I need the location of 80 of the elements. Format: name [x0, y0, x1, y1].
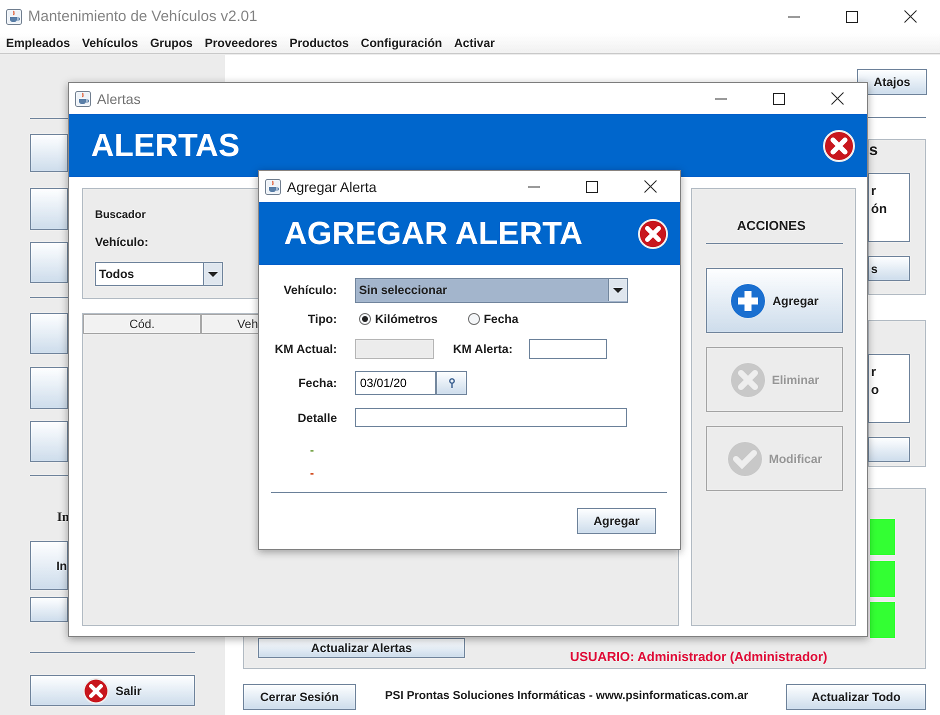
window-title: Alertas: [97, 90, 141, 106]
card-text: ón: [871, 200, 888, 218]
maximize-icon[interactable]: [586, 180, 598, 192]
maximize-icon[interactable]: [846, 10, 858, 22]
menu-button[interactable]: In: [30, 541, 68, 590]
radio-button[interactable]: Kilómetros: [359, 312, 438, 326]
field-label: KM Actual:: [274, 342, 337, 356]
menu-item[interactable]: Proveedores: [204, 36, 278, 50]
menu-button[interactable]: [30, 134, 68, 172]
field-label: Vehículo:: [282, 283, 337, 297]
menu-item[interactable]: Vehículos: [82, 36, 138, 50]
user-label: USUARIO: Administrador (Administrador): [570, 649, 828, 664]
column-header[interactable]: Cód.: [83, 314, 201, 334]
status-tile: [870, 602, 895, 638]
close-icon[interactable]: [904, 10, 917, 23]
exit-button[interactable]: Salir: [30, 675, 195, 706]
column-header[interactable]: Veh: [201, 314, 258, 334]
minimize-icon[interactable]: [528, 186, 540, 188]
vehicle-dropdown[interactable]: Sin seleccionar: [355, 278, 628, 302]
menu-item[interactable]: Productos: [289, 36, 349, 50]
java-cup-icon: [75, 90, 91, 106]
field-label: KM Alerta:: [453, 342, 514, 356]
minimize-icon[interactable]: [788, 16, 800, 18]
field-label: Vehículo:: [95, 235, 148, 249]
close-icon[interactable]: [644, 180, 657, 193]
action-button[interactable]: Agregar: [706, 268, 843, 333]
actions-heading: ACCIONES: [737, 218, 806, 233]
shortcuts-button[interactable]: Atajos: [857, 69, 927, 95]
window-title: Mantenimiento de Vehículos v2.01: [28, 8, 258, 25]
panel-button[interactable]: s: [868, 256, 910, 281]
menu-item[interactable]: Configuración: [360, 36, 442, 50]
calendar-button[interactable]: [436, 371, 467, 395]
search-heading: Buscador: [95, 209, 146, 221]
detail-field[interactable]: [355, 408, 627, 427]
menu-button[interactable]: [30, 597, 68, 622]
java-cup-icon: [265, 178, 281, 194]
cross-icon: [730, 362, 766, 398]
status-tile: [870, 519, 895, 555]
dropdown-arrow-icon[interactable]: [203, 263, 222, 285]
radio-icon[interactable]: [468, 313, 480, 325]
panel-heading: s: [869, 142, 878, 160]
field-label: Detalle: [296, 410, 337, 424]
status-message: -: [310, 466, 314, 480]
minimize-icon[interactable]: [715, 98, 727, 100]
panel-button[interactable]: [868, 437, 910, 462]
menu-button[interactable]: [30, 313, 68, 354]
card-text: o: [871, 381, 880, 399]
menu-button[interactable]: [30, 188, 68, 230]
menu-item[interactable]: Empleados: [6, 36, 70, 50]
java-cup-icon: [6, 8, 22, 24]
field-label: Tipo:: [306, 312, 337, 326]
check-icon: [726, 440, 763, 476]
menu-button[interactable]: [30, 242, 68, 283]
date-field[interactable]: 03/01/20: [355, 371, 436, 395]
plus-icon: [730, 282, 766, 318]
window-title: Agregar Alerta: [287, 178, 376, 194]
status-tile: [870, 561, 895, 597]
refresh-alerts-button[interactable]: Actualizar Alertas: [258, 638, 465, 658]
radio-icon[interactable]: [359, 313, 371, 325]
card-text: r: [871, 182, 878, 200]
credits-text: PSI Prontas Soluciones Informáticas - www.psinformaticas.com.ar: [385, 690, 748, 702]
submit-button[interactable]: Agregar: [577, 508, 656, 534]
menu-button[interactable]: [30, 367, 68, 409]
close-icon[interactable]: [831, 92, 844, 105]
menu-button[interactable]: [30, 421, 68, 462]
menu-item[interactable]: Grupos: [150, 36, 193, 50]
banner-title: ALERTAS: [91, 127, 240, 164]
card-text: r: [871, 363, 878, 381]
dropdown-arrow-icon[interactable]: [608, 279, 627, 301]
input-field[interactable]: [529, 339, 607, 359]
maximize-icon[interactable]: [773, 92, 785, 104]
field-label: Fecha:: [297, 376, 337, 390]
status-message: -: [310, 443, 314, 457]
menu-item[interactable]: Activar: [454, 36, 495, 50]
banner-title: AGREGAR ALERTA: [284, 215, 583, 252]
logout-button[interactable]: Cerrar Sesión: [243, 684, 356, 710]
pin-icon: [448, 378, 454, 388]
refresh-all-button[interactable]: Actualizar Todo: [786, 684, 926, 710]
radio-button[interactable]: Fecha: [468, 312, 518, 326]
vehicle-dropdown[interactable]: Todos: [95, 262, 223, 286]
